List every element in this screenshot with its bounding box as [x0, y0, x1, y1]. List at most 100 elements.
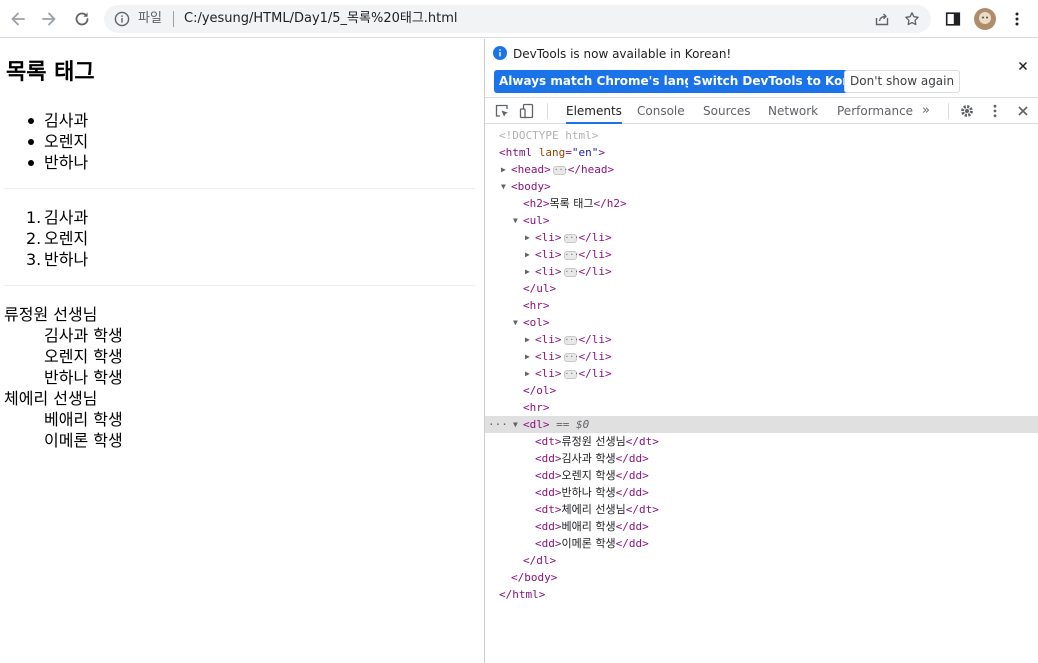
- expand-triangle-icon[interactable]: ▶: [525, 229, 535, 246]
- notice-close-button[interactable]: [1016, 59, 1030, 73]
- url-text[interactable]: C:/yesung/HTML/Day1/5_목록%20태그.html: [184, 11, 458, 27]
- dom-node-dd[interactable]: <dd>베애리 학생</dd>: [485, 518, 1038, 535]
- profile-button[interactable]: [972, 6, 998, 32]
- side-panel-icon: [945, 12, 961, 26]
- dom-node-dl-close[interactable]: </dl>: [485, 552, 1038, 569]
- dom-node-li[interactable]: ▶ <li> ···</li>: [485, 263, 1038, 280]
- collapse-triangle-icon[interactable]: ▼: [501, 178, 511, 195]
- definition-description: 오렌지 학생: [44, 347, 123, 366]
- dom-node-hr[interactable]: <hr>: [485, 399, 1038, 416]
- inspect-cursor-icon: [495, 104, 508, 117]
- share-button[interactable]: [872, 9, 892, 29]
- dom-node-html-close[interactable]: </html>: [485, 586, 1038, 603]
- dom-node-html[interactable]: <html lang="en">: [485, 144, 1038, 161]
- dom-node-ul[interactable]: ▼ <ul>: [485, 212, 1038, 229]
- expand-triangle-icon[interactable]: ▶: [525, 348, 535, 365]
- node-text: 베애리 학생: [561, 520, 616, 533]
- definition-description: 반하나 학생: [44, 368, 123, 387]
- dom-node-ol[interactable]: ▼ <ol>: [485, 314, 1038, 331]
- dom-node-dd[interactable]: <dd>이메론 학생</dd>: [485, 535, 1038, 552]
- dom-node-li[interactable]: ▶ <li> ···</li>: [485, 365, 1038, 382]
- more-tabs-button[interactable]: »: [922, 98, 930, 123]
- more-actions-icon[interactable]: ···: [488, 416, 508, 433]
- list-item-text: 김사과: [44, 208, 89, 227]
- collapse-triangle-icon[interactable]: ▼: [513, 314, 523, 331]
- dom-node-body-close[interactable]: </body>: [485, 569, 1038, 586]
- collapse-triangle-icon[interactable]: ▼: [513, 416, 523, 433]
- ellipsis-icon[interactable]: ···: [563, 352, 579, 362]
- ellipsis-icon[interactable]: ···: [563, 369, 579, 379]
- unordered-list: 김사과 오렌지 반하나: [20, 110, 88, 173]
- definition-description: 이메론 학생: [44, 431, 123, 450]
- dom-node-body[interactable]: ▼ <body>: [485, 178, 1038, 195]
- tab-divider: [948, 103, 949, 119]
- h2-text: 목록 태그: [549, 197, 594, 210]
- dont-show-again-button[interactable]: Don't show again: [844, 70, 961, 93]
- ellipsis-icon[interactable]: ···: [563, 233, 579, 243]
- ellipsis-icon[interactable]: ···: [563, 267, 579, 277]
- kebab-menu-icon: [993, 104, 997, 118]
- inspect-element-button[interactable]: [493, 102, 511, 120]
- tab-performance[interactable]: Performance: [837, 98, 913, 124]
- back-button[interactable]: [5, 6, 31, 32]
- dom-node-dd[interactable]: <dd>반하나 학생</dd>: [485, 484, 1038, 501]
- dom-node-ol-close[interactable]: </ol>: [485, 382, 1038, 399]
- ordered-list: 1. 김사과 2. 오렌지 3. 반하나: [20, 207, 88, 270]
- node-text: 이메론 학생: [561, 537, 616, 550]
- dom-node-h2[interactable]: <h2>목록 태그</h2>: [485, 195, 1038, 212]
- notice-message: DevTools is now available in Korean!: [513, 47, 732, 61]
- bookmark-star-icon: [905, 12, 919, 26]
- dom-node-li[interactable]: ▶ <li> ···</li>: [485, 229, 1038, 246]
- kebab-menu-icon: [1015, 12, 1019, 26]
- list-item: 2. 오렌지: [20, 228, 88, 249]
- tag-name: body: [517, 180, 545, 193]
- devtools-settings-button[interactable]: [958, 102, 976, 120]
- expand-triangle-icon[interactable]: ▶: [525, 246, 535, 263]
- expand-triangle-icon[interactable]: ▶: [525, 263, 535, 280]
- dom-node-dt[interactable]: <dt>체에리 선생님</dt>: [485, 501, 1038, 518]
- page-heading: 목록 태그: [6, 60, 95, 85]
- tab-console[interactable]: Console: [637, 98, 685, 124]
- tab-sources[interactable]: Sources: [703, 98, 750, 124]
- dom-node-li[interactable]: ▶ <li> ···</li>: [485, 348, 1038, 365]
- tag-name: head: [517, 163, 545, 176]
- tag-name: body: [524, 571, 551, 584]
- chrome-menu-button[interactable]: [1004, 6, 1030, 32]
- site-info-button[interactable]: [112, 9, 132, 29]
- dom-node-dd[interactable]: <dd>오렌지 학생</dd>: [485, 467, 1038, 484]
- bookmark-button[interactable]: [902, 9, 922, 29]
- reload-button[interactable]: [69, 6, 95, 32]
- expand-triangle-icon[interactable]: ▶: [525, 365, 535, 382]
- tab-network[interactable]: Network: [768, 98, 818, 124]
- ellipsis-icon[interactable]: ···: [552, 165, 568, 175]
- address-bar[interactable]: 파일 C:/yesung/HTML/Day1/5_목록%20태그.html: [104, 5, 931, 33]
- dom-node-ul-close[interactable]: </ul>: [485, 280, 1038, 297]
- horizontal-rule: [4, 188, 475, 189]
- ellipsis-icon[interactable]: ···: [563, 250, 579, 260]
- dom-node-li[interactable]: ▶ <li> ···</li>: [485, 331, 1038, 348]
- dom-node-doctype[interactable]: <!DOCTYPE html>: [485, 127, 1038, 144]
- dom-node-hr[interactable]: <hr>: [485, 297, 1038, 314]
- list-item: 김사과: [20, 110, 88, 131]
- gear-icon: [961, 105, 973, 117]
- tab-elements[interactable]: Elements: [566, 98, 622, 124]
- node-text: 체에리 선생님: [561, 503, 626, 516]
- expand-triangle-icon[interactable]: ▶: [501, 161, 511, 178]
- dom-node-dl-selected[interactable]: ··· ▼ <dl> == $0: [485, 416, 1038, 433]
- doctype-text: <!DOCTYPE html>: [499, 129, 599, 142]
- dom-node-dd[interactable]: <dd>김사과 학생</dd>: [485, 450, 1038, 467]
- tab-divider: [547, 103, 548, 119]
- node-text: 김사과 학생: [561, 452, 616, 465]
- ellipsis-icon[interactable]: ···: [563, 335, 579, 345]
- collapse-triangle-icon[interactable]: ▼: [513, 212, 523, 229]
- device-toolbar-button[interactable]: [518, 102, 536, 120]
- dom-node-li[interactable]: ▶ <li> ···</li>: [485, 246, 1038, 263]
- side-panel-button[interactable]: [940, 6, 966, 32]
- devtools-menu-button[interactable]: [986, 102, 1004, 120]
- forward-button[interactable]: [36, 6, 62, 32]
- devtools-close-button[interactable]: [1014, 102, 1032, 120]
- arrow-right-icon: [42, 12, 56, 26]
- dom-node-dt[interactable]: <dt>류정원 선생님</dt>: [485, 433, 1038, 450]
- dom-node-head[interactable]: ▶ <head> ···</head>: [485, 161, 1038, 178]
- expand-triangle-icon[interactable]: ▶: [525, 331, 535, 348]
